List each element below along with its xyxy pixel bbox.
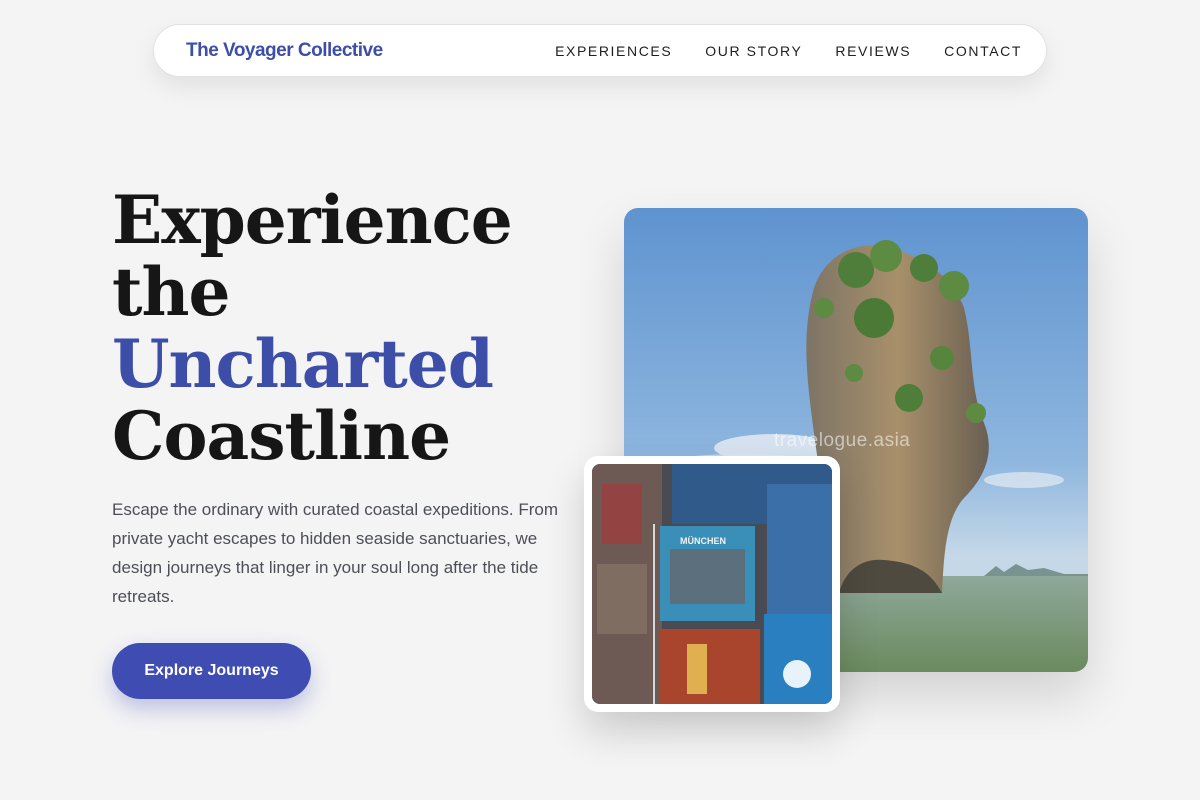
hero-title: Experience the Uncharted Coastline: [112, 184, 572, 472]
page: The Voyager Collective EXPERIENCES OUR S…: [0, 0, 1200, 800]
nav-link-reviews[interactable]: REVIEWS: [835, 43, 911, 59]
hero-title-line-1: Experience: [112, 181, 513, 259]
brand-logo[interactable]: The Voyager Collective: [186, 40, 383, 62]
explore-journeys-button[interactable]: Explore Journeys: [112, 643, 311, 699]
photo-watermark: travelogue.asia: [774, 430, 911, 451]
top-nav: The Voyager Collective EXPERIENCES OUR S…: [153, 24, 1047, 77]
postcard-photo: MÜNCHEN: [592, 464, 832, 704]
nav-link-experiences[interactable]: EXPERIENCES: [555, 43, 672, 59]
hero-description: Escape the ordinary with curated coastal…: [112, 500, 559, 606]
hero-title-line-2: the: [112, 253, 230, 331]
nav-link-our-story[interactable]: OUR STORY: [705, 43, 802, 59]
hero-title-line-4: Coastline: [112, 397, 451, 475]
postcard-rack-photo: MÜNCHEN: [592, 464, 832, 704]
hero-title-accent: Uncharted: [112, 325, 494, 403]
nav-link-contact[interactable]: CONTACT: [944, 43, 1022, 59]
hero-secondary-image: MÜNCHEN: [584, 456, 840, 712]
postcard-label: MÜNCHEN: [680, 536, 726, 546]
nav-links: EXPERIENCES OUR STORY REVIEWS CONTACT: [555, 43, 1022, 59]
